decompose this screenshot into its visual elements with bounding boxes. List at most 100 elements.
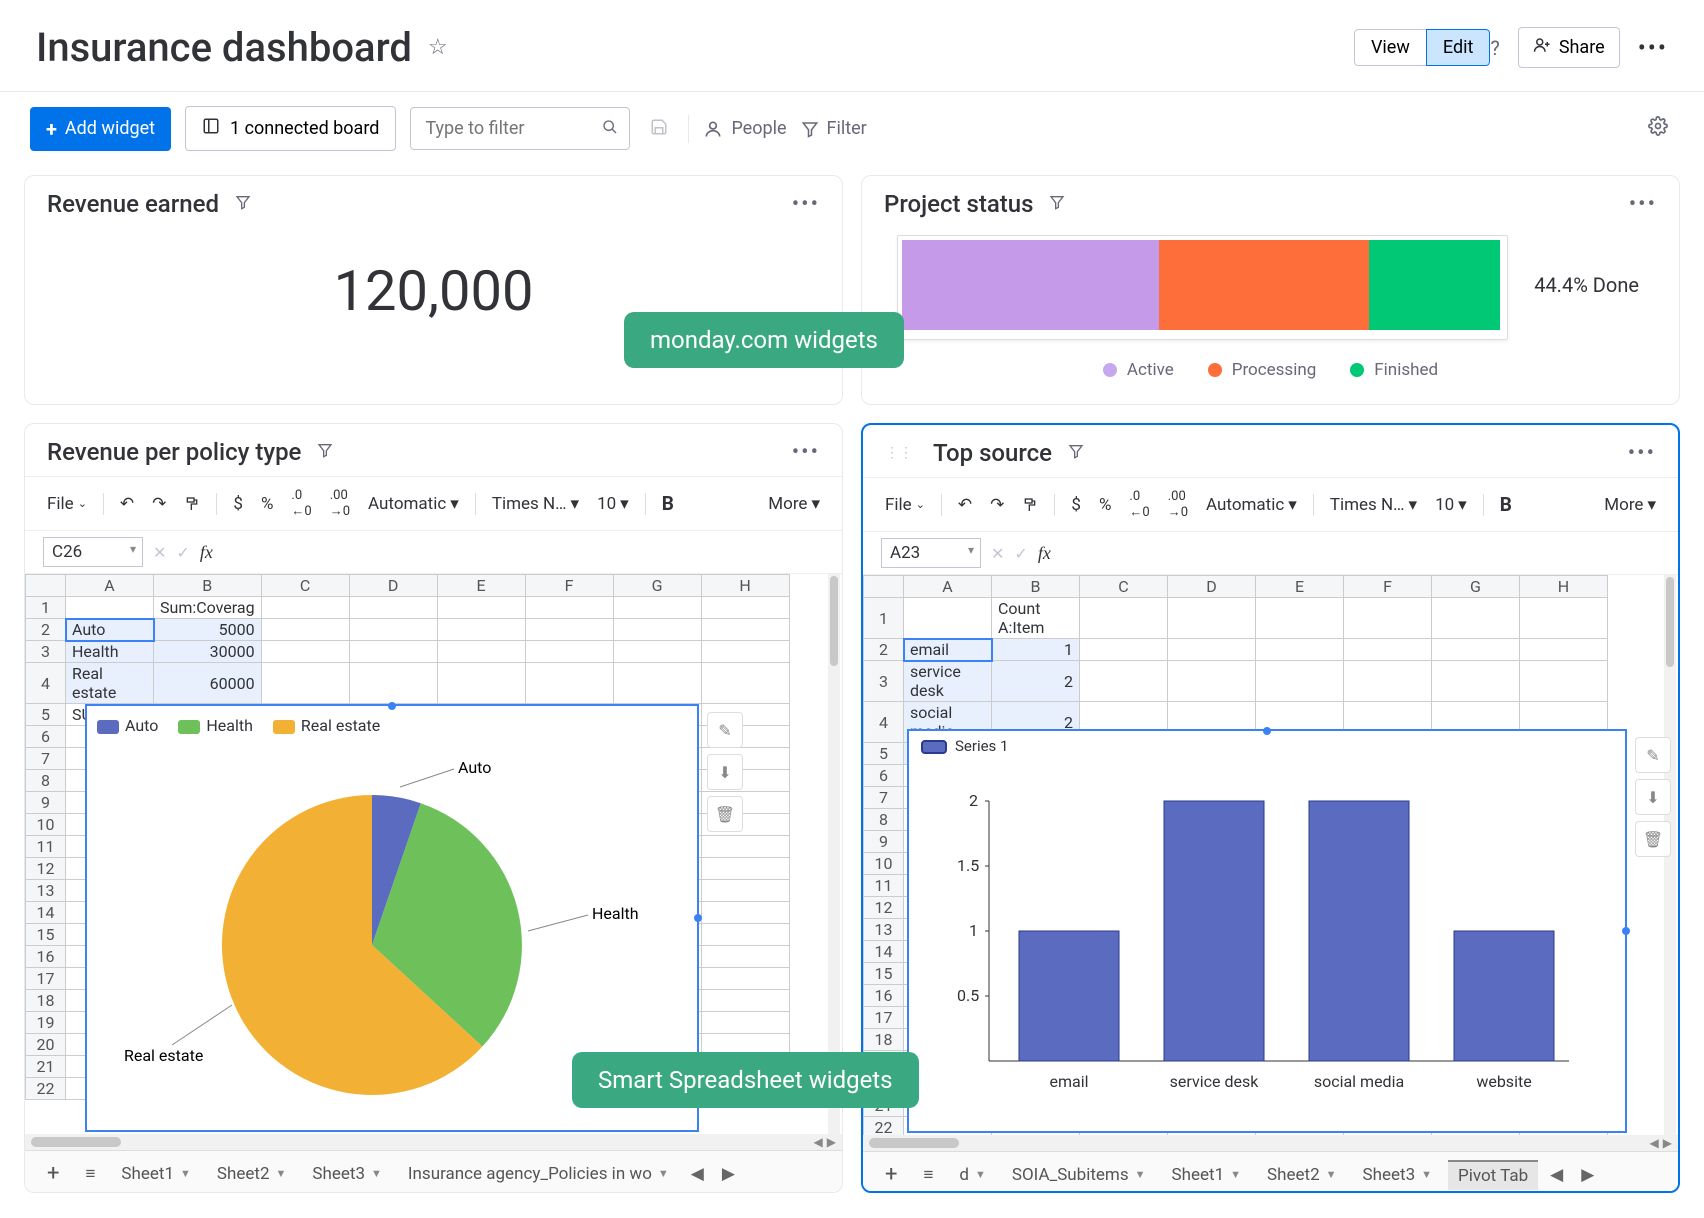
currency-icon[interactable]: $ xyxy=(229,491,247,517)
resize-handle-icon[interactable] xyxy=(694,914,702,922)
redo-icon[interactable]: ↷ xyxy=(986,492,1008,518)
resize-handle-icon[interactable] xyxy=(1263,727,1271,735)
decimal-increase-icon[interactable]: .00→0 xyxy=(326,485,354,522)
sheet-tab[interactable]: Sheet3 ▼ xyxy=(1353,1161,1443,1189)
embedded-bar-chart[interactable]: Series 1 0.5 1 1.5 2 xyxy=(907,729,1627,1133)
percent-icon[interactable]: % xyxy=(257,491,277,517)
accept-formula-icon[interactable]: ✓ xyxy=(176,543,189,562)
cell[interactable]: email xyxy=(904,639,992,661)
widget-more-icon[interactable]: ••• xyxy=(792,192,820,217)
file-menu[interactable]: File ⌄ xyxy=(881,492,929,518)
funnel-icon[interactable] xyxy=(235,194,251,215)
cell[interactable]: Real estate xyxy=(66,663,154,704)
font-select[interactable]: Times N… ▾ xyxy=(1326,492,1421,518)
connected-boards-button[interactable]: 1 connected board xyxy=(185,106,396,151)
number-format-select[interactable]: Automatic ▾ xyxy=(1202,492,1301,518)
cancel-formula-icon[interactable]: ✕ xyxy=(991,544,1004,563)
tabs-scroll-left-icon[interactable]: ◀ xyxy=(685,1164,710,1184)
tabs-scroll-right-icon[interactable]: ▶ xyxy=(1575,1165,1600,1185)
sheet-tab[interactable]: Sheet2 ▼ xyxy=(1257,1161,1347,1189)
search-icon[interactable] xyxy=(602,119,618,139)
filter-button[interactable]: Filter xyxy=(801,118,867,139)
sheet-tab[interactable]: Sheet1 ▼ xyxy=(1162,1161,1252,1189)
decimal-decrease-icon[interactable]: .0←0 xyxy=(287,485,315,522)
sheets-menu-icon[interactable]: ≡ xyxy=(75,1160,105,1188)
sheet-tab[interactable]: d ▼ xyxy=(949,1161,995,1189)
format-paint-icon[interactable] xyxy=(180,493,204,515)
sheet-tab[interactable]: SOIA_Subitems ▼ xyxy=(1002,1161,1156,1189)
file-menu[interactable]: File ⌄ xyxy=(43,491,91,517)
undo-icon[interactable]: ↶ xyxy=(954,492,976,518)
cell[interactable]: 30000 xyxy=(154,641,262,663)
cancel-formula-icon[interactable]: ✕ xyxy=(153,543,166,562)
spreadsheet-grid[interactable]: ABCDEFGH 1Count A:Item 2email1 3service … xyxy=(863,575,1678,1135)
accept-formula-icon[interactable]: ✓ xyxy=(1014,544,1027,563)
more-menu[interactable]: More ▾ xyxy=(764,491,824,517)
filter-input[interactable] xyxy=(410,107,630,150)
drag-handle-icon[interactable]: ⋮⋮ xyxy=(885,445,917,461)
sheet-tab[interactable]: Sheet2 ▼ xyxy=(207,1160,297,1188)
decimal-increase-icon[interactable]: .00→0 xyxy=(1164,486,1192,523)
number-format-select[interactable]: Automatic ▾ xyxy=(364,491,463,517)
cell[interactable]: Count A:Item xyxy=(992,598,1080,639)
funnel-icon[interactable] xyxy=(1068,443,1084,464)
add-sheet-icon[interactable]: + xyxy=(37,1157,69,1190)
delete-chart-icon[interactable]: 🗑 xyxy=(707,796,743,832)
add-widget-button[interactable]: + Add widget xyxy=(30,107,171,151)
bold-icon[interactable]: B xyxy=(1496,490,1516,519)
spreadsheet-grid[interactable]: ABCDEFGH 1Sum:Coverag 2Auto5000 3Health3… xyxy=(25,574,842,1134)
download-chart-icon[interactable]: ⬇ xyxy=(1635,779,1671,815)
add-sheet-icon[interactable]: + xyxy=(875,1158,907,1191)
font-size-select[interactable]: 10 ▾ xyxy=(1431,492,1471,518)
cell[interactable]: Auto xyxy=(66,619,154,641)
format-paint-icon[interactable] xyxy=(1018,494,1042,516)
horizontal-scrollbar[interactable]: ◀▶ xyxy=(863,1135,1678,1151)
cell[interactable]: Sum:Coverag xyxy=(154,597,262,619)
vertical-scrollbar[interactable] xyxy=(828,574,840,1134)
sheet-tab[interactable]: Sheet1 ▼ xyxy=(111,1160,201,1188)
tabs-scroll-right-icon[interactable]: ▶ xyxy=(716,1164,741,1184)
save-disk-icon[interactable] xyxy=(644,111,674,147)
bold-icon[interactable]: B xyxy=(658,489,678,518)
edit-chart-icon[interactable]: ✎ xyxy=(707,712,743,748)
settings-gear-icon[interactable] xyxy=(1642,110,1674,147)
sheet-tab[interactable]: Sheet3 ▼ xyxy=(302,1160,392,1188)
view-mode-button[interactable]: View xyxy=(1354,29,1426,66)
resize-handle-icon[interactable] xyxy=(388,702,396,710)
cell-reference-input[interactable]: A23 xyxy=(881,538,981,568)
font-size-select[interactable]: 10 ▾ xyxy=(593,491,633,517)
percent-icon[interactable]: % xyxy=(1095,492,1115,518)
currency-icon[interactable]: $ xyxy=(1067,492,1085,518)
delete-chart-icon[interactable]: 🗑 xyxy=(1635,821,1671,857)
tabs-scroll-left-icon[interactable]: ◀ xyxy=(1544,1165,1569,1185)
sheet-tab[interactable]: Pivot Tab xyxy=(1448,1160,1538,1190)
sheets-menu-icon[interactable]: ≡ xyxy=(913,1161,943,1189)
widget-more-icon[interactable]: ••• xyxy=(792,440,820,465)
funnel-icon[interactable] xyxy=(1049,194,1065,215)
download-chart-icon[interactable]: ⬇ xyxy=(707,754,743,790)
sheet-tab[interactable]: Insurance agency_Policies in wo ▼ xyxy=(398,1160,679,1188)
redo-icon[interactable]: ↷ xyxy=(148,491,170,517)
more-menu[interactable]: More ▾ xyxy=(1600,492,1660,518)
help-icon[interactable]: ? xyxy=(1490,36,1499,60)
cell[interactable]: 5000 xyxy=(154,619,262,641)
cell[interactable]: 60000 xyxy=(154,663,262,704)
undo-icon[interactable]: ↶ xyxy=(116,491,138,517)
widget-more-icon[interactable]: ••• xyxy=(1629,192,1657,217)
widget-more-icon[interactable]: ••• xyxy=(1628,441,1656,466)
decimal-decrease-icon[interactable]: .0←0 xyxy=(1125,486,1153,523)
cell[interactable]: 1 xyxy=(992,639,1080,661)
cell[interactable]: service desk xyxy=(904,661,992,702)
resize-handle-icon[interactable] xyxy=(1622,927,1630,935)
favorite-star-icon[interactable]: ☆ xyxy=(428,35,448,60)
horizontal-scrollbar[interactable]: ◀▶ xyxy=(25,1134,842,1150)
more-menu-icon[interactable]: ••• xyxy=(1638,34,1668,62)
font-select[interactable]: Times N… ▾ xyxy=(488,491,583,517)
funnel-icon[interactable] xyxy=(317,442,333,463)
edit-chart-icon[interactable]: ✎ xyxy=(1635,737,1671,773)
share-button[interactable]: Share xyxy=(1518,27,1620,68)
cell[interactable]: 2 xyxy=(992,661,1080,702)
cell[interactable]: Health xyxy=(66,641,154,663)
people-button[interactable]: People xyxy=(703,118,786,139)
edit-mode-button[interactable]: Edit xyxy=(1426,29,1490,66)
